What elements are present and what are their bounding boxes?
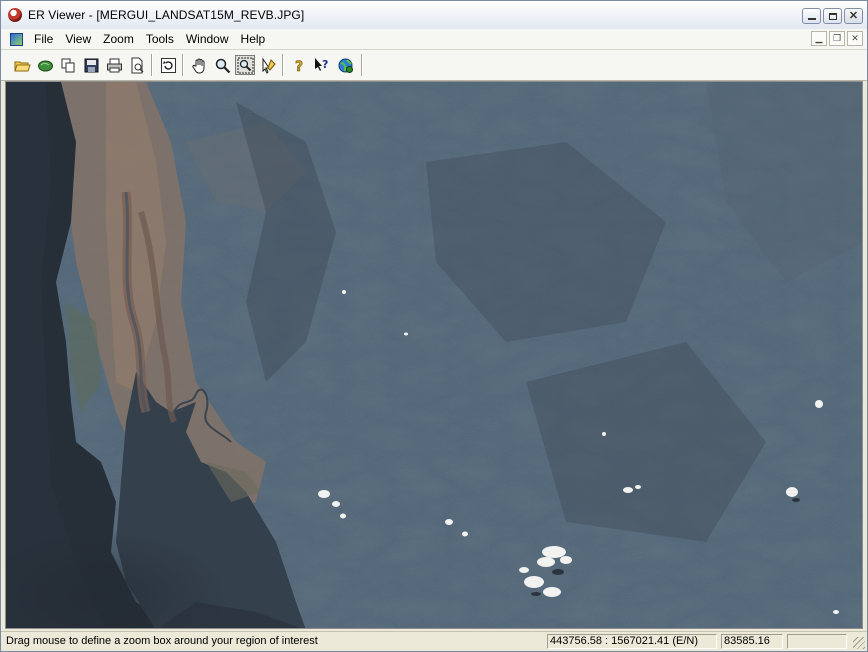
restore-icon: ❐ bbox=[832, 33, 842, 43]
doc-minimize-button[interactable]: ▁ bbox=[811, 31, 827, 46]
menu-zoom[interactable]: Zoom bbox=[97, 29, 140, 49]
toolbar-separator bbox=[151, 54, 153, 76]
save-icon bbox=[84, 58, 98, 72]
minimize-button[interactable] bbox=[802, 8, 821, 24]
zoom-icon bbox=[215, 58, 230, 73]
document-controls: ▁ ❐ ✕ bbox=[811, 31, 863, 46]
print-icon bbox=[106, 58, 122, 72]
menu-tools[interactable]: Tools bbox=[140, 29, 180, 49]
menu-window[interactable]: Window bbox=[180, 29, 235, 49]
web-globe-icon bbox=[338, 58, 353, 73]
open-button[interactable] bbox=[12, 55, 32, 75]
save-button[interactable] bbox=[81, 55, 101, 75]
help-icon: ? bbox=[294, 58, 303, 74]
print-button[interactable] bbox=[104, 55, 124, 75]
menu-help[interactable]: Help bbox=[235, 29, 272, 49]
menu-bar: File View Zoom Tools Window Help ▁ ❐ ✕ bbox=[1, 29, 867, 50]
web-button[interactable] bbox=[335, 55, 355, 75]
globe-open-icon bbox=[37, 60, 53, 71]
close-icon: ✕ bbox=[848, 9, 859, 22]
toolbar-separator bbox=[361, 54, 363, 76]
doc-close-button[interactable]: ✕ bbox=[847, 31, 863, 46]
help-button[interactable]: ? bbox=[289, 55, 309, 75]
zoom-button[interactable] bbox=[212, 55, 232, 75]
pan-button[interactable] bbox=[189, 55, 209, 75]
open-globe-button[interactable] bbox=[35, 55, 55, 75]
print-preview-icon bbox=[131, 57, 144, 73]
context-help-button[interactable]: ? bbox=[312, 55, 332, 75]
title-bar[interactable]: ER Viewer - [MERGUI_LANDSAT15M_REVB.JPG]… bbox=[1, 1, 867, 29]
toolbar-separator bbox=[282, 54, 284, 76]
close-button[interactable]: ✕ bbox=[844, 8, 863, 24]
status-bar: Drag mouse to define a zoom box around y… bbox=[1, 631, 867, 651]
pointer-edit-icon bbox=[262, 56, 276, 74]
zoom-box-button[interactable] bbox=[235, 55, 255, 75]
status-extra bbox=[787, 634, 847, 649]
pan-hand-icon bbox=[191, 58, 204, 73]
status-coordinates: 443756.58 : 1567021.41 (E/N) bbox=[547, 634, 717, 649]
print-preview-button[interactable] bbox=[127, 55, 147, 75]
app-window: ER Viewer - [MERGUI_LANDSAT15M_REVB.JPG]… bbox=[0, 0, 868, 652]
context-help-icon: ? bbox=[314, 57, 328, 71]
menu-view[interactable]: View bbox=[59, 29, 97, 49]
resize-grip-icon[interactable] bbox=[853, 637, 865, 649]
window-controls: ✕ bbox=[802, 8, 863, 24]
maximize-button[interactable] bbox=[823, 8, 842, 24]
refresh-button[interactable] bbox=[158, 55, 178, 75]
window-title: ER Viewer - [MERGUI_LANDSAT15M_REVB.JPG] bbox=[28, 8, 305, 22]
doc-restore-button[interactable]: ❐ bbox=[829, 31, 845, 46]
copy-icon bbox=[61, 58, 74, 72]
open-icon bbox=[13, 61, 31, 71]
maximize-icon bbox=[828, 12, 837, 20]
menu-file[interactable]: File bbox=[28, 29, 59, 49]
svg-text:?: ? bbox=[322, 58, 328, 71]
copy-button[interactable] bbox=[58, 55, 78, 75]
app-icon[interactable] bbox=[8, 8, 22, 22]
status-message: Drag mouse to define a zoom box around y… bbox=[6, 635, 318, 647]
close-icon: ✕ bbox=[851, 33, 859, 43]
satellite-image[interactable] bbox=[6, 82, 863, 629]
refresh-icon bbox=[160, 57, 176, 73]
pointer-edit-button[interactable] bbox=[258, 55, 278, 75]
toolbar-separator bbox=[182, 54, 184, 76]
image-viewport[interactable] bbox=[5, 81, 863, 629]
minimize-icon: ▁ bbox=[815, 33, 823, 43]
document-icon[interactable] bbox=[10, 32, 23, 46]
toolbar: ? ? bbox=[1, 50, 867, 81]
svg-text:?: ? bbox=[295, 59, 303, 74]
zoom-box-icon bbox=[237, 57, 253, 73]
status-value: 83585.16 bbox=[721, 634, 783, 649]
minimize-icon bbox=[807, 18, 816, 20]
